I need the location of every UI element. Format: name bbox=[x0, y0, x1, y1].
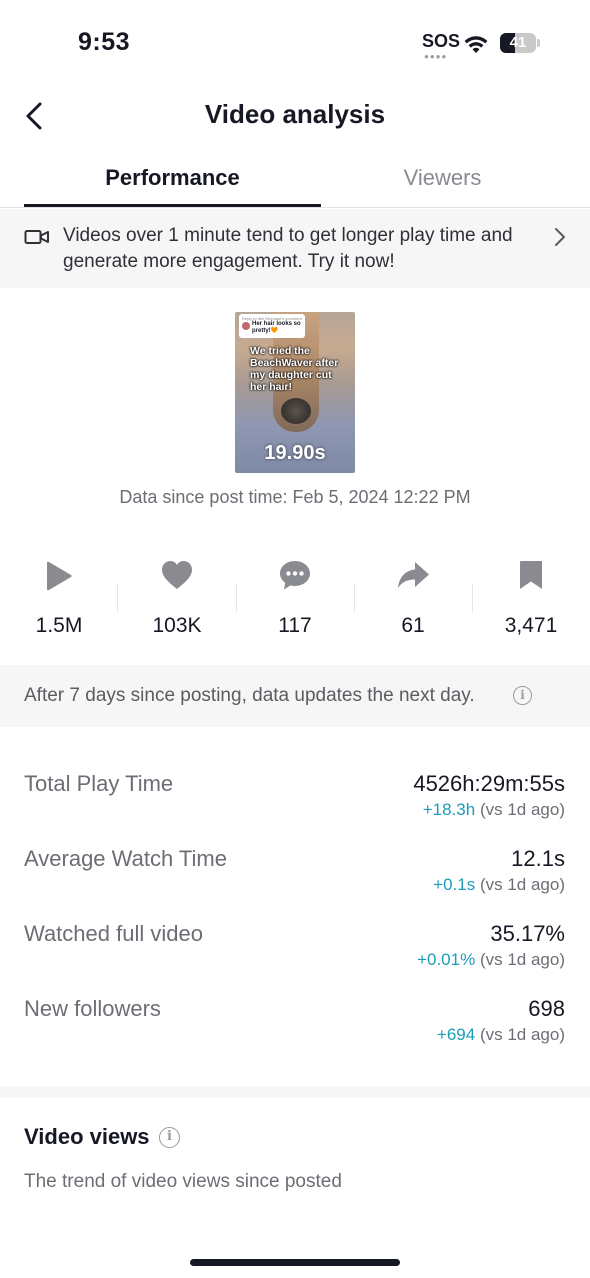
reply-sticker: Reply to Itell Rhemant's comment Her hai… bbox=[239, 314, 305, 338]
metric-value: 698 bbox=[528, 996, 565, 1021]
metric-delta: +18.3h (vs 1d ago) bbox=[423, 800, 565, 820]
video-caption: We tried the BeachWaver after my daughte… bbox=[250, 345, 339, 393]
tab-performance[interactable]: Performance bbox=[24, 152, 321, 208]
stat-likes: 103K bbox=[118, 556, 236, 648]
tip-text: Videos over 1 minute tend to get longer … bbox=[63, 225, 513, 272]
metric-label: New followers bbox=[24, 996, 161, 1021]
stat-views: 1.5M bbox=[0, 556, 118, 648]
metric-delta: +0.1s (vs 1d ago) bbox=[433, 875, 565, 895]
metric-delta: +0.01% (vs 1d ago) bbox=[417, 950, 565, 970]
metric-watched-full-video: Watched full video 35.17% +0.01% (vs 1d … bbox=[0, 921, 590, 993]
delta-comparison: (vs 1d ago) bbox=[479, 950, 565, 969]
battery-icon: 41 bbox=[500, 33, 540, 53]
data-update-notice: After 7 days since posting, data updates… bbox=[0, 665, 590, 727]
metric-value: 4526h:29m:55s bbox=[413, 771, 565, 796]
video-thumbnail[interactable]: Reply to Itell Rhemant's comment Her hai… bbox=[235, 312, 355, 473]
notice-text: After 7 days since posting, data updates… bbox=[24, 685, 475, 706]
metric-new-followers: New followers 698 +694 (vs 1d ago) bbox=[0, 996, 590, 1068]
wifi-icon bbox=[464, 36, 488, 53]
stat-comments: 117 bbox=[236, 556, 354, 648]
metric-label: Total Play Time bbox=[24, 771, 174, 796]
tab-viewers[interactable]: Viewers bbox=[295, 152, 590, 208]
status-time: 9:53 bbox=[78, 28, 131, 56]
heart-icon bbox=[162, 561, 192, 589]
stat-favorites: 3,471 bbox=[472, 556, 590, 648]
chevron-right-icon bbox=[555, 228, 565, 246]
metric-value: 35.17% bbox=[490, 921, 565, 946]
avatar bbox=[242, 322, 250, 330]
info-icon[interactable]: i bbox=[159, 1127, 180, 1148]
active-tab-indicator bbox=[24, 204, 321, 207]
stat-shares: 61 bbox=[354, 556, 472, 648]
metric-delta: +694 (vs 1d ago) bbox=[437, 1025, 565, 1045]
section-divider bbox=[0, 1086, 590, 1098]
metric-label: Watched full video bbox=[24, 921, 203, 946]
stat-value: 1.5M bbox=[35, 614, 83, 637]
tab-bar: Performance Viewers bbox=[0, 152, 590, 208]
stats-row: 1.5M 103K 117 61 3,471 bbox=[0, 556, 590, 648]
info-icon[interactable]: i bbox=[513, 686, 532, 705]
delta-value: +0.1s bbox=[433, 875, 476, 894]
delta-value: +694 bbox=[436, 1025, 476, 1044]
section-title: Video views bbox=[24, 1124, 150, 1149]
delta-comparison: (vs 1d ago) bbox=[479, 875, 565, 894]
nav-header: Video analysis bbox=[0, 88, 590, 144]
tip-banner[interactable]: Videos over 1 minute tend to get longer … bbox=[0, 209, 590, 288]
signal-dots-icon: ●●●● bbox=[424, 52, 448, 61]
delta-comparison: (vs 1d ago) bbox=[479, 800, 565, 819]
battery-percent: 41 bbox=[509, 34, 527, 51]
metric-label: Average Watch Time bbox=[24, 846, 227, 871]
stat-value: 3,471 bbox=[504, 614, 558, 637]
stat-value: 117 bbox=[278, 614, 312, 637]
metric-total-play-time: Total Play Time 4526h:29m:55s +18.3h (vs… bbox=[0, 771, 590, 843]
comment-icon bbox=[280, 561, 310, 590]
share-icon bbox=[398, 562, 429, 588]
delta-comparison: (vs 1d ago) bbox=[479, 1025, 565, 1044]
page-title: Video analysis bbox=[204, 99, 386, 129]
status-bar: 9:53 SOS ●●●● 41 bbox=[0, 0, 590, 88]
play-icon bbox=[47, 561, 72, 591]
sos-indicator: SOS bbox=[422, 31, 461, 51]
metric-value: 12.1s bbox=[511, 846, 565, 871]
metric-average-watch-time: Average Watch Time 12.1s +0.1s (vs 1d ag… bbox=[0, 846, 590, 918]
stat-value: 103K bbox=[152, 614, 202, 637]
stat-value: 61 bbox=[401, 614, 425, 637]
post-time: Data since post time: Feb 5, 2024 12:22 … bbox=[119, 487, 471, 507]
section-subtitle: The trend of video views since posted bbox=[24, 1171, 342, 1192]
delta-value: +18.3h bbox=[422, 800, 476, 819]
home-indicator[interactable] bbox=[190, 1259, 400, 1266]
video-camera-icon bbox=[24, 230, 49, 244]
video-duration: 19.90s bbox=[264, 442, 326, 464]
bookmark-icon bbox=[520, 561, 542, 589]
delta-value: +0.01% bbox=[417, 950, 476, 969]
reply-text: Her hair looks so pretty!🧡 bbox=[252, 321, 301, 334]
